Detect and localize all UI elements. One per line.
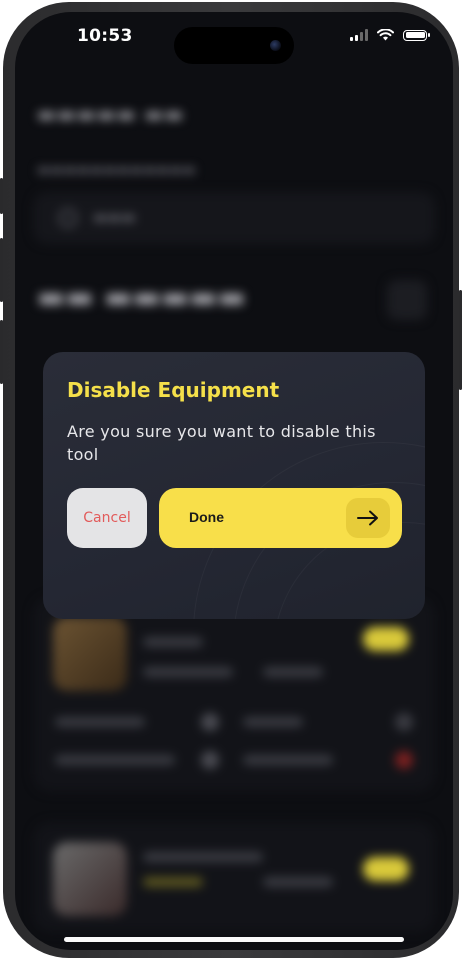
blurred-search-placeholder: ▬▬▬ (93, 208, 136, 226)
status-icons (350, 29, 430, 41)
status-time: 10:53 (77, 26, 133, 46)
search-icon (59, 209, 77, 227)
blurred-line (143, 877, 203, 887)
blurred-line (143, 852, 263, 862)
blurred-line (55, 717, 145, 727)
cancel-button[interactable]: Cancel (67, 488, 147, 548)
dialog-message: Are you sure you want to disable this to… (67, 422, 376, 464)
blurred-icon (201, 713, 219, 731)
blurred-line (263, 877, 333, 887)
blurred-card (33, 597, 435, 792)
phone-side-button (459, 290, 462, 390)
arrow-right-icon (346, 498, 390, 538)
battery-icon (403, 29, 430, 41)
blurred-section-title: ▬▬ ▬▬▬▬▬ (37, 280, 246, 315)
home-indicator[interactable] (64, 937, 404, 942)
blurred-icon (395, 713, 413, 731)
blurred-icon (395, 751, 413, 769)
blurred-thumbnail (53, 617, 127, 691)
screen: ▬▬▬▬▬ ▬▬ ▬▬▬▬▬▬▬▬▬▬▬▬ ▬▬▬ ▬▬ ▬▬▬▬▬ 10:53… (15, 12, 453, 950)
phone-frame: ▬▬▬▬▬ ▬▬ ▬▬▬▬▬▬▬▬▬▬▬▬ ▬▬▬ ▬▬ ▬▬▬▬▬ 10:53… (0, 2, 462, 958)
phone-side-button (0, 238, 3, 302)
camera-icon (270, 40, 281, 51)
blurred-thumbnail (53, 842, 127, 916)
cellular-signal-icon (350, 29, 368, 41)
phone-side-button (0, 178, 3, 214)
dynamic-island (174, 27, 294, 64)
blurred-filter-button (387, 280, 427, 320)
done-button[interactable]: Done (159, 488, 402, 548)
blurred-icon (201, 751, 219, 769)
blurred-heading: ▬▬▬▬▬ ▬▬ (37, 102, 185, 126)
blurred-line (243, 755, 333, 765)
disable-equipment-dialog: Disable Equipment Are you sure you want … (43, 352, 425, 619)
blurred-line (243, 717, 303, 727)
blurred-search-bar: ▬▬▬ (33, 192, 435, 244)
wifi-icon (377, 29, 394, 41)
blurred-badge (363, 627, 409, 651)
phone-side-button (0, 320, 3, 384)
blurred-card (33, 822, 435, 932)
blurred-subheading: ▬▬▬▬▬▬▬▬▬▬▬▬ (37, 162, 196, 178)
blurred-line (55, 755, 175, 765)
dialog-title: Disable Equipment (67, 378, 280, 402)
blurred-line (143, 667, 233, 677)
blurred-line (263, 667, 323, 677)
done-button-label: Done (189, 509, 224, 525)
blurred-badge (363, 857, 409, 881)
blurred-line (143, 637, 203, 647)
